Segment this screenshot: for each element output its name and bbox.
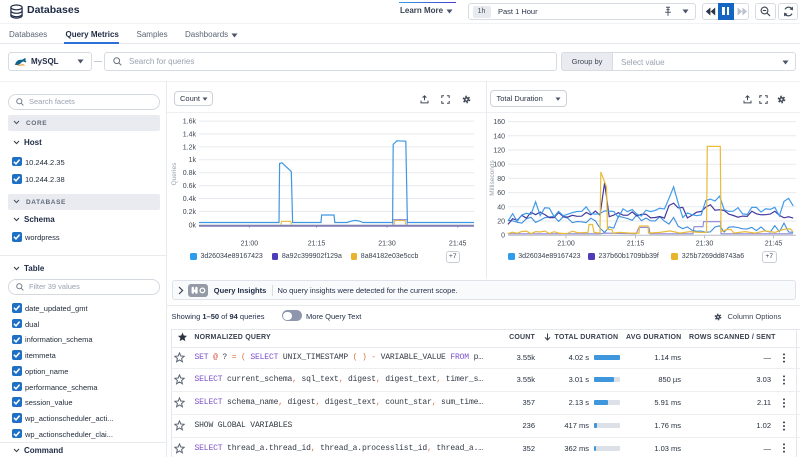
svg-text:140: 140: [493, 133, 505, 140]
svg-text:21:15: 21:15: [308, 241, 326, 248]
svg-text:21:45: 21:45: [765, 241, 783, 248]
svg-text:0.4k: 0.4k: [183, 196, 197, 203]
svg-text:1.4k: 1.4k: [183, 131, 197, 138]
svg-text:Milliseconds: Milliseconds: [489, 160, 496, 196]
svg-text:21:00: 21:00: [241, 241, 259, 248]
svg-text:21:00: 21:00: [557, 241, 575, 248]
svg-text:21:15: 21:15: [627, 241, 645, 248]
svg-text:40: 40: [497, 204, 505, 211]
svg-text:60: 60: [497, 190, 505, 197]
svg-text:1.6k: 1.6k: [183, 119, 197, 126]
svg-text:1.2k: 1.2k: [183, 144, 197, 151]
svg-text:160: 160: [493, 119, 505, 126]
svg-text:20: 20: [497, 219, 505, 226]
svg-text:1k: 1k: [189, 157, 197, 164]
svg-text:0k: 0k: [189, 222, 197, 229]
svg-text:80: 80: [497, 176, 505, 183]
svg-text:21:45: 21:45: [449, 241, 467, 248]
svg-text:0.8k: 0.8k: [183, 170, 197, 177]
svg-text:120: 120: [493, 148, 505, 155]
svg-text:0.6k: 0.6k: [183, 183, 197, 190]
svg-text:Queries: Queries: [171, 162, 178, 186]
svg-text:21:30: 21:30: [696, 241, 714, 248]
svg-text:21:30: 21:30: [378, 241, 396, 248]
svg-text:0: 0: [501, 233, 505, 240]
svg-text:0.2k: 0.2k: [183, 209, 197, 216]
